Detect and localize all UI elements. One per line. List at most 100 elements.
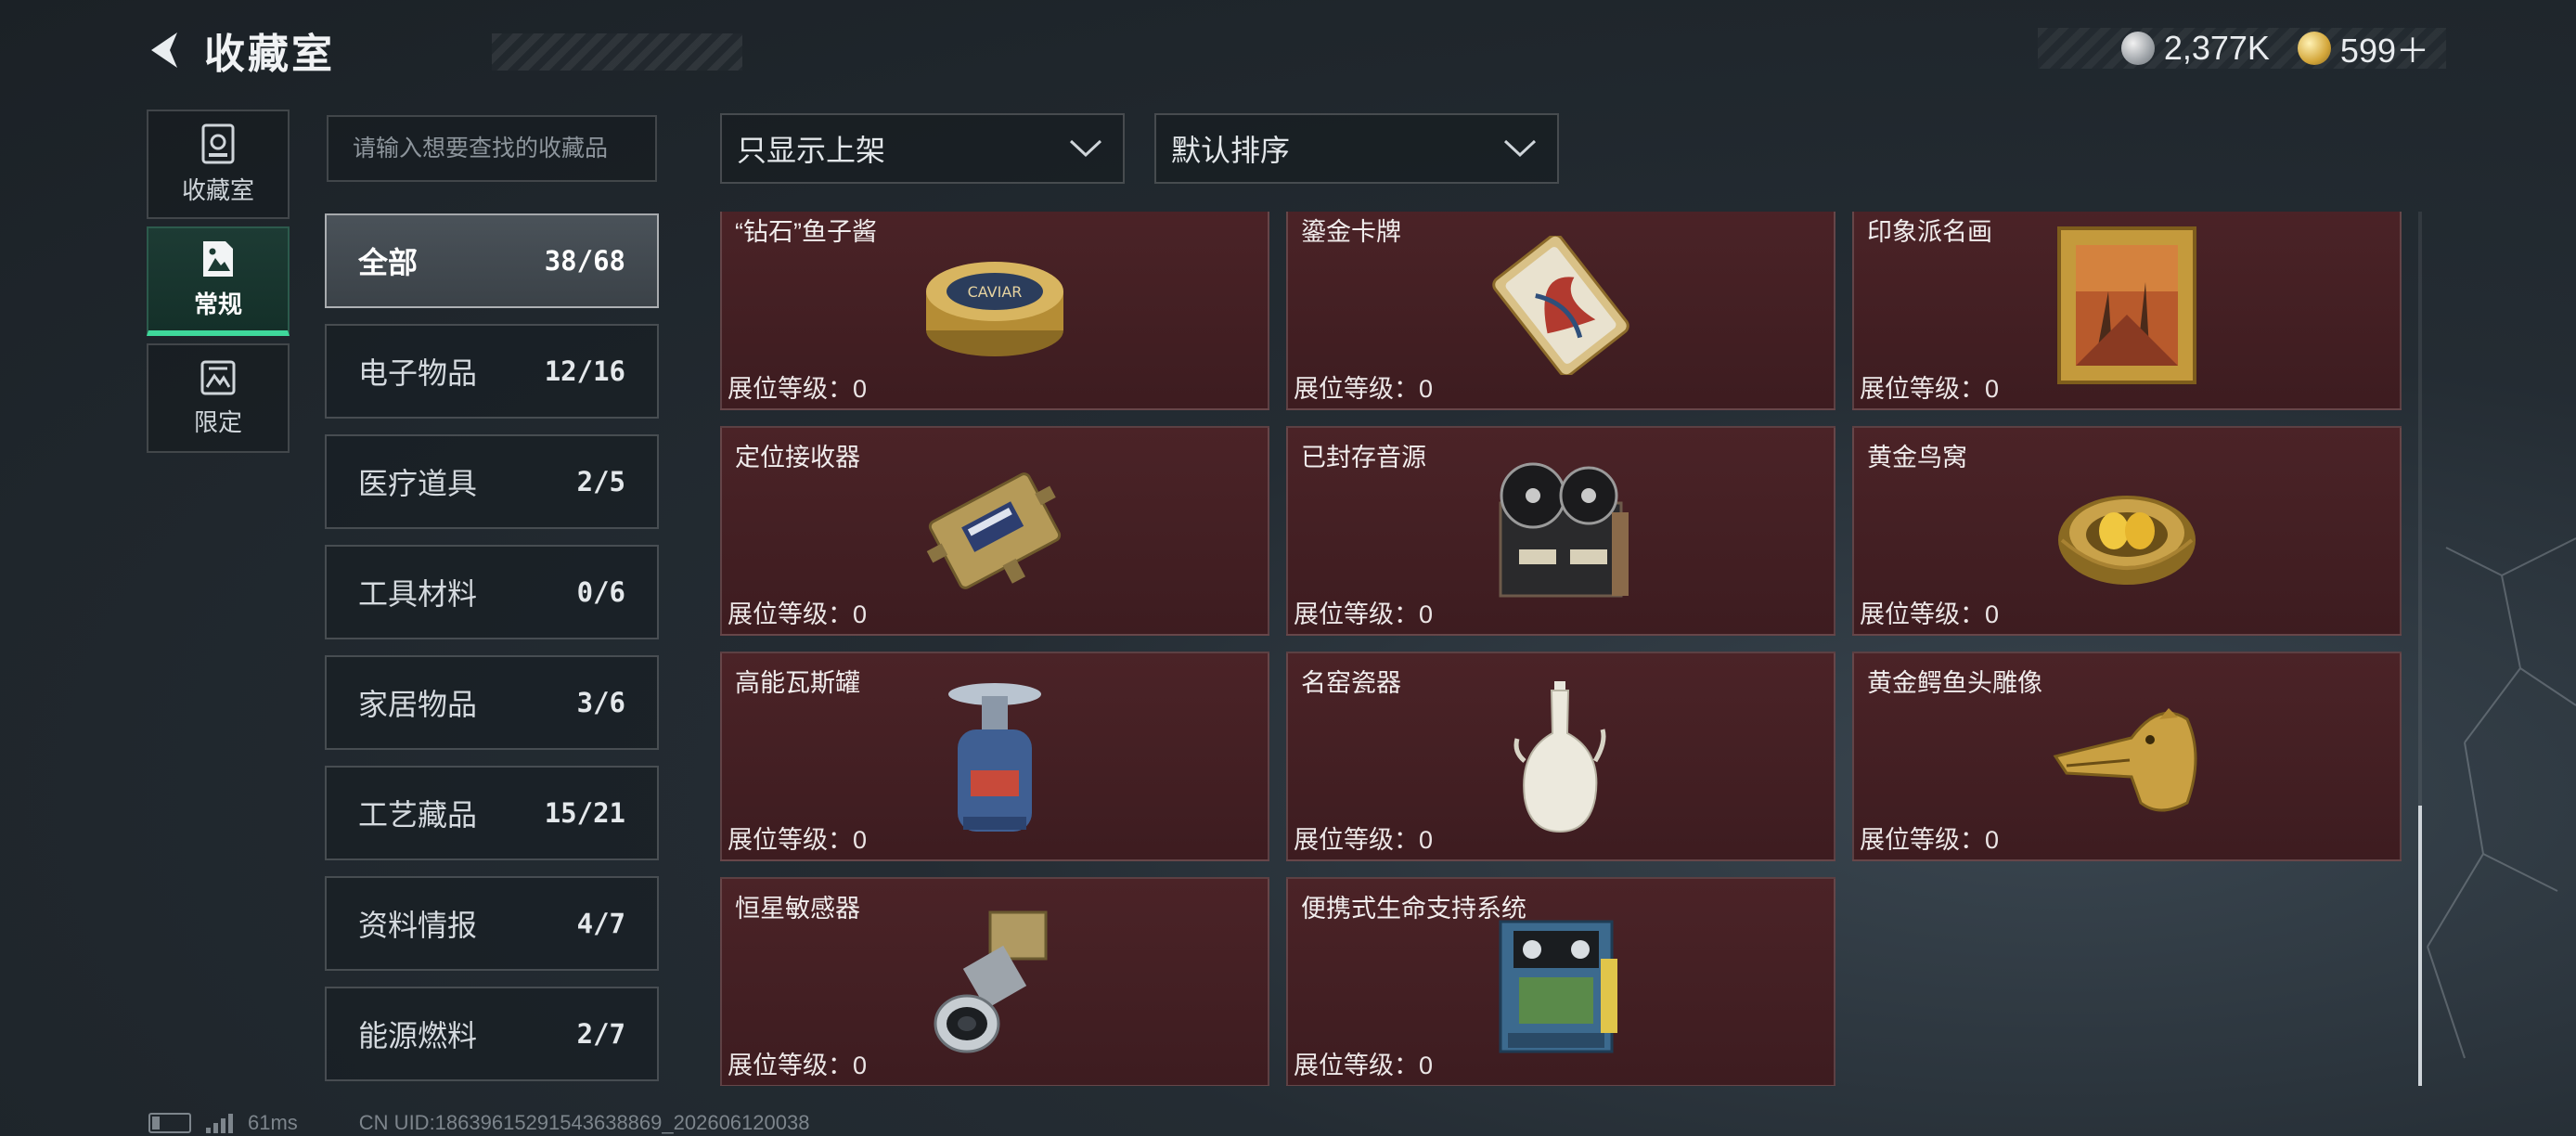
item-level: 展位等级：0 bbox=[1860, 600, 2000, 628]
category-name: 医疗道具 bbox=[358, 467, 478, 500]
page-title: 收藏室 bbox=[204, 32, 335, 77]
side-tab-label: 收藏室 bbox=[181, 175, 254, 204]
currency-bar: 2,377K 599＋ bbox=[2037, 28, 2446, 70]
collection-card[interactable]: 印象派名画 展位等级：0 bbox=[1852, 212, 2402, 410]
reel-recorder-icon bbox=[1499, 462, 1629, 598]
collection-card[interactable]: 高能瓦斯罐 展位等级：0 bbox=[720, 652, 1269, 861]
battery-icon bbox=[148, 1113, 191, 1133]
gas-canister-icon bbox=[948, 683, 1041, 832]
item-name: 恒星敏感器 bbox=[735, 895, 860, 923]
collection-card[interactable]: “钻石”鱼子酱 CAVIAR 展位等级：0 bbox=[720, 212, 1269, 410]
collection-card[interactable]: 已封存音源 展位等级：0 bbox=[1286, 426, 1835, 636]
gold-currency[interactable]: 599＋ bbox=[2297, 24, 2429, 72]
category-household[interactable]: 家居物品 3/6 bbox=[325, 655, 659, 750]
golden-nest-icon bbox=[2058, 496, 2196, 585]
title-decoration bbox=[492, 33, 742, 71]
silver-currency[interactable]: 2,377K bbox=[2120, 29, 2270, 68]
grid-scrollbar[interactable] bbox=[2418, 212, 2422, 1086]
category-crafts[interactable]: 工艺藏品 15/21 bbox=[325, 766, 659, 860]
collection-card[interactable]: 便携式生命支持系统 展位等级：0 bbox=[1286, 877, 1835, 1086]
item-name: 高能瓦斯罐 bbox=[735, 669, 860, 697]
chevron-down-icon bbox=[1069, 139, 1102, 158]
category-list: 全部 38/68 电子物品 12/16 医疗道具 2/5 工具材料 0/6 家居… bbox=[325, 213, 659, 1097]
category-count: 2/5 bbox=[576, 466, 625, 497]
collection-card[interactable]: 名窑瓷器 展位等级：0 bbox=[1286, 652, 1835, 861]
header: 收藏室 bbox=[139, 20, 742, 80]
category-count: 3/6 bbox=[576, 687, 625, 718]
category-name: 电子物品 bbox=[358, 356, 478, 390]
display-filter-dropdown[interactable]: 只显示上架 bbox=[720, 113, 1125, 184]
category-name: 工具材料 bbox=[358, 577, 478, 611]
collection-grid: “钻石”鱼子酱 CAVIAR 展位等级：0 鎏金卡牌 展位等级：0 印象派名画 … bbox=[720, 212, 2402, 1086]
vault-icon bbox=[201, 123, 235, 163]
locator-receiver-icon bbox=[926, 472, 1062, 589]
item-name: “钻石”鱼子酱 bbox=[735, 218, 877, 246]
gold-crocodile-icon bbox=[2053, 708, 2197, 812]
item-level: 展位等级：0 bbox=[1294, 1052, 1434, 1079]
item-level: 展位等级：0 bbox=[1294, 600, 1434, 628]
category-intel[interactable]: 资料情报 4/7 bbox=[325, 876, 659, 971]
item-name: 印象派名画 bbox=[1867, 218, 1992, 246]
uid-text: CN UID:18639615291543638869_202606120038 bbox=[358, 1111, 810, 1134]
scrollbar-thumb[interactable] bbox=[2418, 806, 2422, 1086]
item-level: 展位等级：0 bbox=[1860, 375, 2000, 403]
category-count: 15/21 bbox=[544, 797, 625, 829]
item-level: 展位等级：0 bbox=[728, 600, 868, 628]
category-medical[interactable]: 医疗道具 2/5 bbox=[325, 434, 659, 529]
item-name: 名窑瓷器 bbox=[1301, 669, 1401, 697]
collection-card[interactable]: 黄金鳄鱼头雕像 展位等级：0 bbox=[1852, 652, 2402, 861]
sort-dropdown[interactable]: 默认排序 bbox=[1154, 113, 1559, 184]
item-name: 定位接收器 bbox=[735, 444, 860, 471]
category-tools[interactable]: 工具材料 0/6 bbox=[325, 545, 659, 639]
category-name: 资料情报 bbox=[358, 909, 478, 942]
item-level: 展位等级：0 bbox=[728, 826, 868, 854]
silver-amount: 2,377K bbox=[2163, 29, 2270, 67]
collection-card[interactable]: 定位接收器 展位等级：0 bbox=[720, 426, 1269, 636]
collection-card[interactable]: 黄金鸟窝 展位等级：0 bbox=[1852, 426, 2402, 636]
category-all[interactable]: 全部 38/68 bbox=[325, 213, 659, 308]
search-input[interactable] bbox=[351, 134, 633, 163]
life-support-icon bbox=[1499, 920, 1617, 1053]
search-box[interactable] bbox=[327, 115, 657, 182]
item-level: 展位等级：0 bbox=[1294, 826, 1434, 854]
item-level: 展位等级：0 bbox=[728, 1052, 868, 1079]
category-name: 能源燃料 bbox=[358, 1019, 478, 1052]
item-name: 已封存音源 bbox=[1301, 444, 1426, 471]
side-tab-label: 限定 bbox=[193, 407, 242, 436]
gold-coin-icon bbox=[2297, 32, 2331, 65]
category-count: 2/7 bbox=[576, 1018, 625, 1050]
status-footer: 61ms CN UID:18639615291543638869_2026061… bbox=[148, 1110, 809, 1136]
porcelain-vase-icon bbox=[1513, 681, 1606, 833]
side-tab-limited[interactable]: 限定 bbox=[147, 343, 290, 453]
category-count: 38/68 bbox=[544, 245, 625, 277]
limited-icon bbox=[200, 360, 236, 394]
category-count: 12/16 bbox=[544, 355, 625, 387]
side-tab-label: 常规 bbox=[193, 290, 242, 318]
category-count: 0/6 bbox=[576, 576, 625, 608]
side-tab-vault[interactable]: 收藏室 bbox=[147, 110, 290, 219]
collection-card[interactable]: 鎏金卡牌 展位等级：0 bbox=[1286, 212, 1835, 410]
item-name: 黄金鸟窝 bbox=[1867, 444, 1967, 471]
item-level: 展位等级：0 bbox=[1294, 375, 1434, 403]
collection-card[interactable]: 恒星敏感器 展位等级：0 bbox=[720, 877, 1269, 1086]
dropdown-value: 默认排序 bbox=[1171, 134, 1291, 167]
category-fuel[interactable]: 能源燃料 2/7 bbox=[325, 987, 659, 1081]
caviar-tin-icon: CAVIAR bbox=[926, 262, 1063, 356]
back-arrow-icon[interactable] bbox=[139, 24, 191, 76]
gold-amount: 599＋ bbox=[2339, 32, 2429, 70]
svg-text:CAVIAR: CAVIAR bbox=[968, 283, 1023, 301]
dropdown-value: 只显示上架 bbox=[737, 134, 886, 167]
category-name: 家居物品 bbox=[358, 688, 478, 721]
item-name: 鎏金卡牌 bbox=[1301, 218, 1401, 246]
signal-icon bbox=[206, 1113, 233, 1133]
ping-value: 61ms bbox=[248, 1111, 298, 1134]
chevron-down-icon bbox=[1503, 139, 1537, 158]
side-tab-column: 收藏室 常规 限定 bbox=[147, 110, 291, 460]
item-name: 黄金鳄鱼头雕像 bbox=[1867, 669, 2042, 697]
gilded-card-icon bbox=[1492, 236, 1629, 375]
category-name: 工艺藏品 bbox=[358, 798, 478, 832]
category-electronics[interactable]: 电子物品 12/16 bbox=[325, 324, 659, 419]
framed-painting-icon bbox=[2057, 226, 2196, 384]
category-name: 全部 bbox=[358, 246, 419, 279]
side-tab-regular[interactable]: 常规 bbox=[147, 226, 290, 336]
